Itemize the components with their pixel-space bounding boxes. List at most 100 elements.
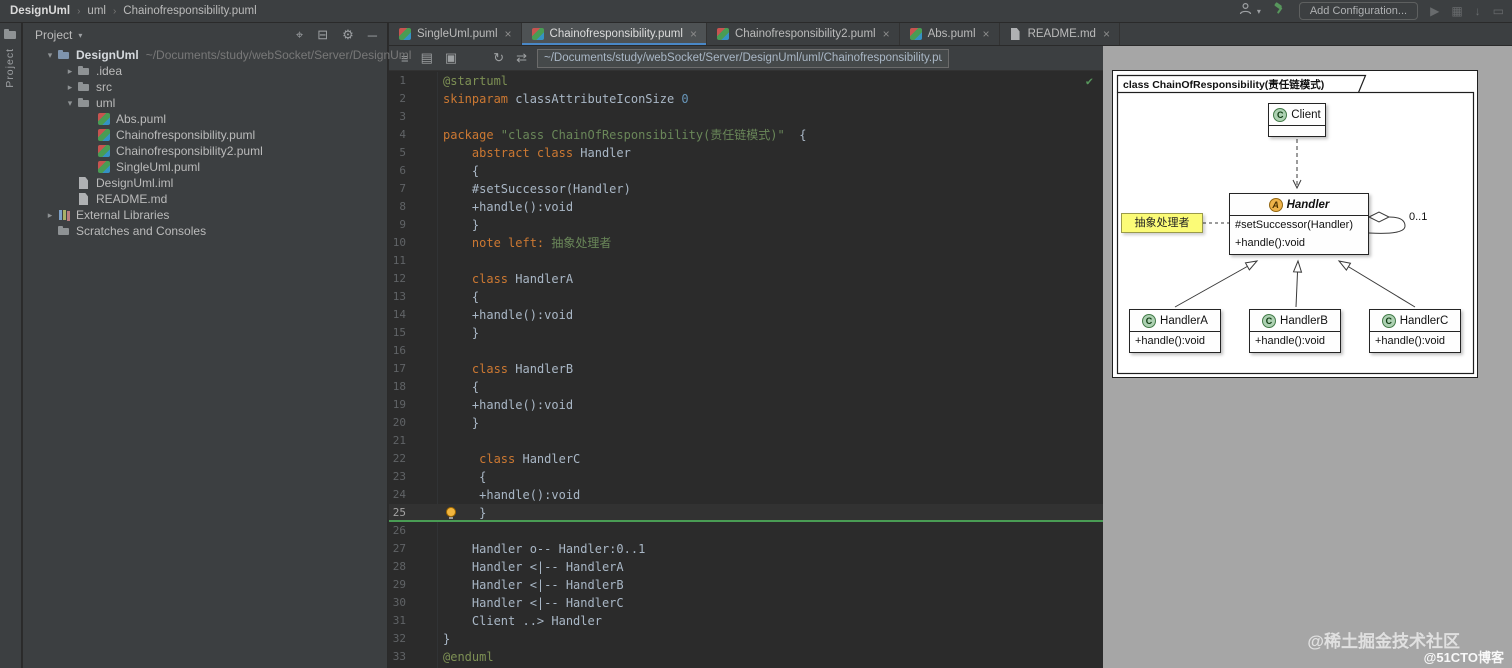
code-line-20[interactable]: 20 }: [389, 414, 1103, 432]
code-line-22[interactable]: 22 class HandlerC: [389, 450, 1103, 468]
code-line-14[interactable]: 14 +handle():void: [389, 306, 1103, 324]
code-line-23[interactable]: 23 {: [389, 468, 1103, 486]
tab-chainofresponsibility-puml[interactable]: Chainofresponsibility.puml ×: [521, 23, 707, 45]
code-line-31[interactable]: 31 Client ..> Handler: [389, 612, 1103, 630]
tree-item-designuml-iml[interactable]: DesignUml.iml: [23, 175, 387, 191]
toolbar-right-cluster: ▾ Add Configuration... ▶ ▦ ↓ ▭: [1239, 0, 1504, 22]
tree-item-scratches-and-consoles[interactable]: Scratches and Consoles: [23, 223, 387, 239]
add-configuration-button[interactable]: Add Configuration...: [1298, 2, 1419, 20]
tree-expand-icon[interactable]: ▾: [43, 50, 57, 61]
tree-item--idea[interactable]: ▸ .idea: [23, 63, 387, 79]
code-line-15[interactable]: 15 }: [389, 324, 1103, 342]
updates-icon[interactable]: ↓: [1475, 0, 1481, 22]
intention-bulb-icon[interactable]: [446, 507, 456, 519]
code-line-7[interactable]: 7 #setSuccessor(Handler): [389, 180, 1103, 198]
preview-image-icon[interactable]: ▣: [445, 50, 457, 66]
code-line-28[interactable]: 28 Handler <|-- HandlerA: [389, 558, 1103, 576]
run-icon[interactable]: ▶: [1430, 0, 1439, 22]
puml-file-icon: [398, 27, 412, 41]
line-number: 16: [392, 344, 406, 357]
code-line-32[interactable]: 32}: [389, 630, 1103, 648]
multiplicity-label: 0..1: [1409, 211, 1428, 223]
code-line-16[interactable]: 16: [389, 342, 1103, 360]
code-editor[interactable]: 1 @startuml 2 skinparam classAttributeIconS…: [389, 72, 1103, 668]
package-title: class ChainOfResponsibility(责任链模式): [1123, 79, 1325, 91]
code-line-4[interactable]: 4 package "class ChainOfResponsibility(责任…: [389, 126, 1103, 144]
tab-close-icon[interactable]: ×: [1103, 27, 1110, 41]
project-strip-label[interactable]: Project: [4, 48, 18, 88]
code-line-25[interactable]: 25 }: [389, 504, 1103, 522]
code-line-18[interactable]: 18 {: [389, 378, 1103, 396]
tree-item-designuml[interactable]: ▾ DesignUml ~/Documents/study/webSocket/Se…: [23, 47, 412, 63]
tree-item-external-libraries[interactable]: ▸ External Libraries: [23, 207, 387, 223]
tree-item-abs-puml[interactable]: Abs.puml: [23, 111, 387, 127]
line-number: 26: [392, 524, 406, 537]
tab-singleuml-puml[interactable]: SingleUml.puml ×: [389, 23, 522, 45]
sync-scroll-icon[interactable]: ⇄: [516, 50, 527, 66]
tree-item-chainofresponsibility2-puml[interactable]: Chainofresponsibility2.puml: [23, 143, 387, 159]
code-line-33[interactable]: 33 @enduml: [389, 648, 1103, 666]
code-line-24[interactable]: 24 +handle():void: [389, 486, 1103, 504]
tree-item-chainofresponsibility-puml[interactable]: Chainofresponsibility.puml: [23, 127, 387, 143]
tree-item-src[interactable]: ▸ src: [23, 79, 387, 95]
tab-abs-puml[interactable]: Abs.puml ×: [900, 23, 1000, 45]
file-icon: [77, 192, 91, 206]
code-text: }: [443, 416, 480, 430]
code-line-29[interactable]: 29 Handler <|-- HandlerB: [389, 576, 1103, 594]
code-line-21[interactable]: 21: [389, 432, 1103, 450]
tab-close-icon[interactable]: ×: [690, 27, 697, 41]
code-line-8[interactable]: 8 +handle():void: [389, 198, 1103, 216]
code-line-30[interactable]: 30 Handler <|-- HandlerC: [389, 594, 1103, 612]
breadcrumb-item[interactable]: DesignUml: [10, 5, 70, 17]
code-line-13[interactable]: 13 {: [389, 288, 1103, 306]
code-text: +handle():void: [443, 488, 581, 502]
breadcrumb-item[interactable]: uml: [87, 5, 106, 17]
project-toolwindow-icon[interactable]: [4, 29, 17, 40]
gear-icon[interactable]: ⚙: [342, 27, 354, 43]
line-number: 27: [392, 542, 406, 555]
build-hammer-icon[interactable]: [1273, 0, 1287, 22]
code-line-9[interactable]: 9 }: [389, 216, 1103, 234]
split-view-icon[interactable]: ▤: [421, 50, 433, 66]
code-line-26[interactable]: 26: [389, 522, 1103, 540]
tab-close-icon[interactable]: ×: [983, 27, 990, 41]
code-line-12[interactable]: 12 class HandlerA: [389, 270, 1103, 288]
monitor-icon[interactable]: ▭: [1493, 0, 1504, 22]
code-line-19[interactable]: 19 +handle():void: [389, 396, 1103, 414]
tab-close-icon[interactable]: ×: [883, 27, 890, 41]
tree-expand-icon[interactable]: ▾: [63, 98, 77, 109]
folder-icon: [77, 80, 91, 94]
line-number: 19: [392, 398, 406, 411]
tree-item-singleuml-puml[interactable]: SingleUml.puml: [23, 159, 387, 175]
tab-chainofresponsibility2-puml[interactable]: Chainofresponsibility2.puml ×: [707, 23, 900, 45]
breadcrumb-item[interactable]: Chainofresponsibility.puml: [123, 5, 256, 17]
code-line-10[interactable]: 10 note left: 抽象处理者: [389, 234, 1103, 252]
refresh-icon[interactable]: ↻: [493, 50, 504, 66]
file-path-field[interactable]: [537, 48, 949, 68]
tree-expand-icon[interactable]: ▸: [63, 66, 77, 77]
code-line-17[interactable]: 17 class HandlerB: [389, 360, 1103, 378]
tree-item-readme-md[interactable]: README.md: [23, 191, 387, 207]
project-panel-title[interactable]: Project: [35, 28, 72, 42]
code-line-11[interactable]: 11: [389, 252, 1103, 270]
tree-expand-icon[interactable]: ▸: [63, 82, 77, 93]
code-line-5[interactable]: 5 abstract class Handler: [389, 144, 1103, 162]
tab-close-icon[interactable]: ×: [505, 27, 512, 41]
tab-label: Abs.puml: [927, 28, 976, 40]
collapse-all-icon[interactable]: ⊟: [317, 27, 328, 43]
user-icon[interactable]: [1239, 0, 1252, 22]
code-line-3[interactable]: 3: [389, 108, 1103, 126]
code-line-1[interactable]: 1 @startuml: [389, 72, 1103, 90]
locate-file-icon[interactable]: ⌖: [296, 27, 303, 43]
hide-panel-icon[interactable]: ─: [368, 28, 377, 43]
puml-icon: [97, 160, 111, 174]
chevron-down-icon[interactable]: ▾: [78, 31, 82, 40]
tree-expand-icon[interactable]: ▸: [43, 210, 57, 221]
code-line-2[interactable]: 2 skinparam classAttributeIconSize 0: [389, 90, 1103, 108]
code-line-27[interactable]: 27 Handler o-- Handler:0..1: [389, 540, 1103, 558]
tree-item-uml[interactable]: ▾ uml: [23, 95, 387, 111]
layout-grid-icon[interactable]: ▦: [1451, 0, 1462, 22]
inspection-ok-icon[interactable]: ✔: [1086, 74, 1093, 88]
tab-readme-md[interactable]: README.md ×: [1000, 23, 1120, 45]
code-line-6[interactable]: 6 {: [389, 162, 1103, 180]
